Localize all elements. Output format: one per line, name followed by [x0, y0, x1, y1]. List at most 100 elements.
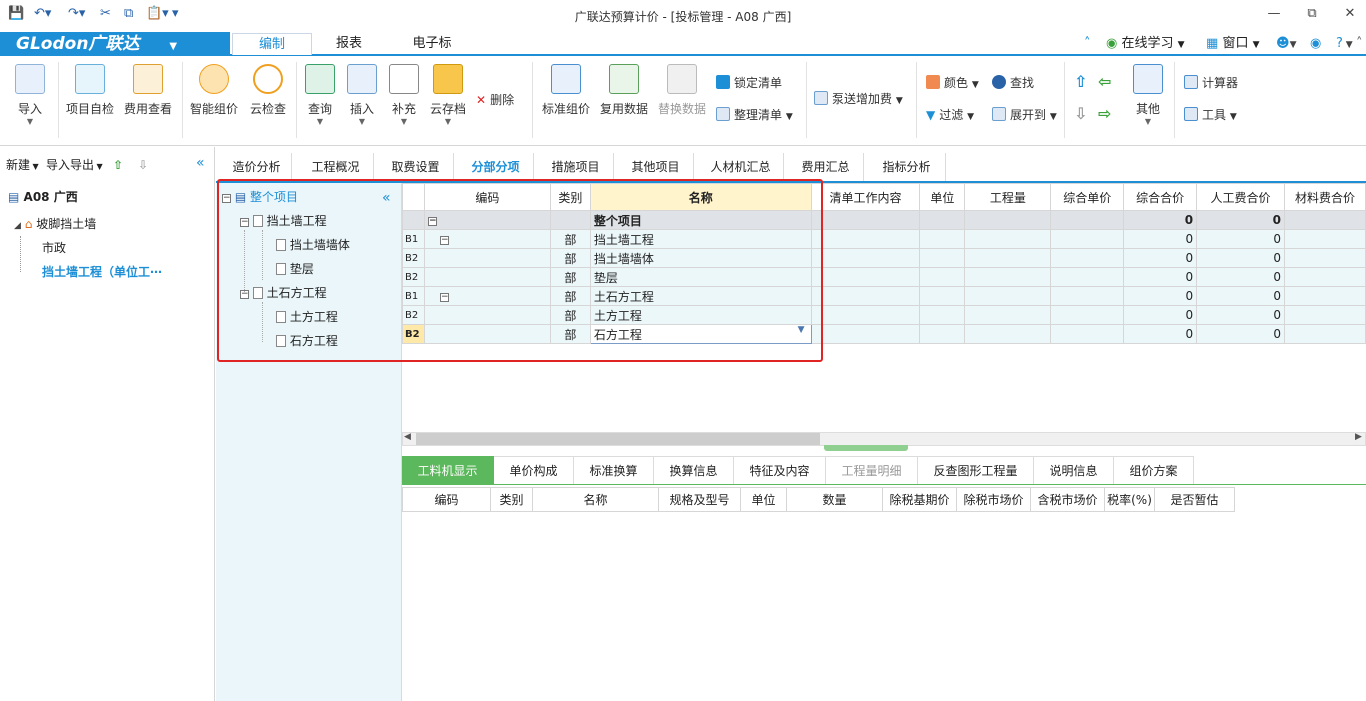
tab-report[interactable]: 报表 — [312, 33, 386, 55]
work-content-cell[interactable] — [810, 324, 921, 344]
collapse-panel-icon[interactable]: « — [196, 153, 205, 173]
column-header[interactable]: 税率(%) — [1104, 487, 1155, 512]
material-cell[interactable] — [1284, 267, 1366, 287]
tab-e-bid[interactable]: 电子标 — [390, 33, 474, 55]
move-up-icon[interactable]: ⇧ — [1074, 72, 1087, 91]
column-header[interactable]: 材料费合价 — [1284, 183, 1366, 211]
unit-cell[interactable] — [919, 229, 966, 249]
quantity-cell[interactable] — [964, 267, 1052, 287]
tab-sections[interactable]: 分部分项 — [458, 153, 534, 181]
other-button[interactable]: 其他 ▼ — [1120, 62, 1176, 127]
project-root[interactable]: ▤ A08 广西 — [8, 186, 78, 208]
column-header[interactable]: 类别 — [490, 487, 533, 512]
unit-price-cell[interactable] — [1050, 229, 1125, 249]
labor-cell[interactable]: 0 — [1196, 286, 1285, 306]
table-row[interactable]: B2 部 垫层 0 0 — [402, 267, 1366, 287]
quantity-cell[interactable] — [964, 210, 1052, 230]
type-cell[interactable]: 部 — [549, 248, 591, 268]
expand-to-button[interactable]: 展开到 ▼ — [992, 105, 1057, 125]
column-header[interactable]: 人工费合价 — [1196, 183, 1285, 211]
new-button[interactable]: 新建 ▼ — [6, 155, 39, 175]
nav-item[interactable]: 土方工程 — [276, 305, 338, 329]
unit-price-cell[interactable] — [1050, 305, 1125, 325]
tree-item-slope-wall[interactable]: ◢ ⌂ 坡脚挡土墙 — [14, 213, 96, 235]
total-cell[interactable]: 0 — [1123, 210, 1198, 230]
unit-price-cell[interactable] — [1050, 286, 1125, 306]
find-button[interactable]: 查找 — [992, 73, 1034, 93]
work-content-cell[interactable] — [810, 229, 921, 249]
pump-fee-button[interactable]: 泵送增加费 ▼ — [814, 89, 903, 109]
tab-overview[interactable]: 工程概况 — [298, 153, 374, 181]
column-header[interactable]: 除税基期价 — [882, 487, 957, 512]
code-cell[interactable] — [423, 267, 551, 287]
name-cell[interactable]: 挡土墙墙体 — [589, 248, 812, 268]
total-cell[interactable]: 0 — [1123, 305, 1198, 325]
column-header[interactable]: 数量 — [786, 487, 883, 512]
column-header[interactable]: 除税市场价 — [956, 487, 1031, 512]
column-header[interactable]: 编码 — [402, 487, 491, 512]
work-content-cell[interactable] — [810, 210, 921, 230]
tab-std-conversion[interactable]: 标准换算 — [574, 456, 654, 484]
unit-cell[interactable] — [919, 248, 966, 268]
table-row[interactable]: B2 部 土方工程 0 0 — [402, 305, 1366, 325]
unit-price-cell[interactable] — [1050, 324, 1125, 344]
column-header[interactable]: 类别 — [549, 183, 591, 211]
column-header[interactable]: 是否暂估 — [1154, 487, 1235, 512]
organize-list-button[interactable]: 整理清单 ▼ — [716, 105, 793, 125]
material-cell[interactable] — [1284, 229, 1366, 249]
tab-edit[interactable]: 编制 — [232, 33, 312, 55]
type-cell[interactable] — [549, 210, 591, 230]
material-cell[interactable] — [1284, 305, 1366, 325]
close-icon[interactable]: ✕ — [1338, 4, 1362, 24]
collapse-icon[interactable]: − — [439, 236, 449, 245]
column-header[interactable]: 单位 — [740, 487, 787, 512]
column-header[interactable]: 综合单价 — [1050, 183, 1125, 211]
labor-cell[interactable]: 0 — [1196, 267, 1285, 287]
tab-conversion-info[interactable]: 换算信息 — [654, 456, 734, 484]
splitter-handle[interactable] — [824, 445, 908, 451]
scroll-left-icon[interactable]: ◀ — [404, 432, 411, 442]
nav-item[interactable]: − 土石方工程 — [240, 281, 327, 305]
move-right-icon[interactable]: ⇨ — [1098, 104, 1111, 123]
labor-cell[interactable]: 0 — [1196, 229, 1285, 249]
tab-resources[interactable]: 人材机汇总 — [698, 153, 784, 181]
type-cell[interactable]: 部 — [549, 286, 591, 306]
avatar-icon[interactable]: ◉ — [1310, 35, 1321, 53]
nav-item[interactable]: 挡土墙墙体 — [276, 233, 350, 257]
type-cell[interactable]: 部 — [549, 324, 591, 344]
work-content-cell[interactable] — [810, 267, 921, 287]
tab-fee-settings[interactable]: 取费设置 — [378, 153, 454, 181]
dropdown-icon[interactable]: ▼ — [798, 326, 805, 336]
table-row[interactable]: B1 − 部 土石方工程 0 0 — [402, 286, 1366, 306]
tab-measures[interactable]: 措施项目 — [538, 153, 614, 181]
move-down-icon[interactable]: ⇩ — [1074, 104, 1087, 123]
total-cell[interactable]: 0 — [1123, 229, 1198, 249]
unit-price-cell[interactable] — [1050, 248, 1125, 268]
tab-price-plan[interactable]: 组价方案 — [1114, 456, 1194, 484]
quantity-cell[interactable] — [964, 305, 1052, 325]
column-header[interactable]: 单位 — [919, 183, 966, 211]
name-cell[interactable]: 整个项目 — [589, 210, 812, 230]
calculator-button[interactable]: 计算器 — [1184, 73, 1238, 93]
work-content-cell[interactable] — [810, 305, 921, 325]
std-price-button[interactable]: 标准组价 — [538, 62, 594, 117]
material-cell[interactable] — [1284, 324, 1366, 344]
lock-list-button[interactable]: 锁定清单 — [716, 73, 782, 93]
nav-item[interactable]: 石方工程 — [276, 329, 338, 353]
unit-cell[interactable] — [919, 324, 966, 344]
unit-cell[interactable] — [919, 267, 966, 287]
material-cell[interactable] — [1284, 248, 1366, 268]
code-cell[interactable] — [423, 248, 551, 268]
collapse-icon[interactable]: − — [427, 217, 437, 226]
tab-materials[interactable]: 工料机显示 — [402, 456, 494, 484]
table-row-selected[interactable]: B2 部 石方工程 ▼ 0 0 — [402, 324, 1366, 344]
tools-button[interactable]: 工具 ▼ — [1184, 105, 1237, 125]
tab-cost-analysis[interactable]: 造价分析 — [222, 153, 292, 181]
tab-quantity-detail[interactable]: 工程量明细 — [826, 456, 918, 484]
material-cell[interactable] — [1284, 210, 1366, 230]
unit-cell[interactable] — [919, 210, 966, 230]
code-cell[interactable]: − — [423, 286, 551, 306]
column-header[interactable]: 清单工作内容 — [810, 183, 921, 211]
name-cell-editing[interactable]: 石方工程 ▼ — [589, 324, 812, 344]
color-button[interactable]: 颜色 ▼ — [926, 73, 979, 93]
